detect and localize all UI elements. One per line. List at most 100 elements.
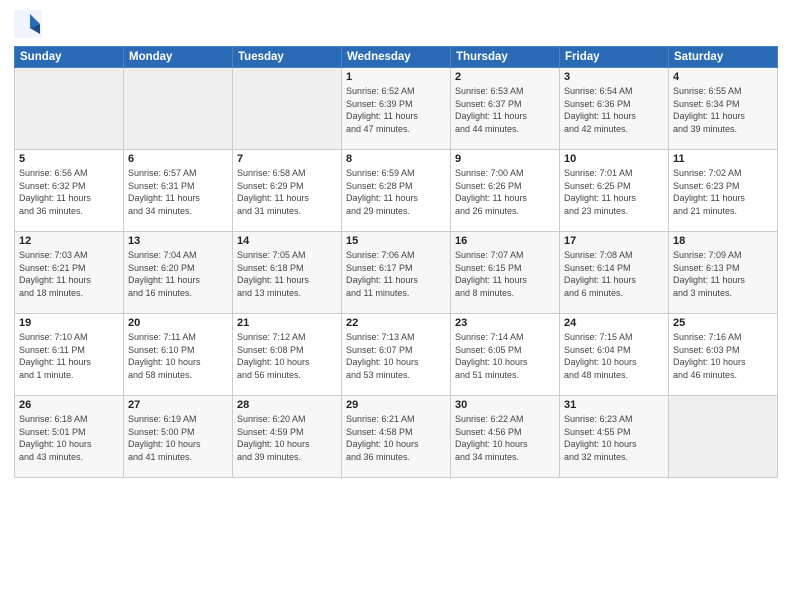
- day-number: 28: [237, 399, 337, 411]
- calendar-week-row: 19Sunrise: 7:10 AM Sunset: 6:11 PM Dayli…: [15, 314, 778, 396]
- logo: [14, 10, 46, 38]
- calendar-cell: 20 Sunrise: 7:11 AM Sunset: 6:10 PM Dayli…: [124, 314, 233, 396]
- day-info: Sunrise: 6:19 AM Sunset: 5:00 PM Dayligh…: [128, 413, 228, 463]
- day-info: Sunrise: 7:14 AM Sunset: 6:05 PM Dayligh…: [455, 331, 555, 381]
- calendar-cell: [233, 68, 342, 150]
- page: SundayMondayTuesdayWednesdayThursdayFrid…: [0, 0, 792, 612]
- day-info: Sunrise: 6:59 AM Sunset: 6:28 PM Dayligh…: [346, 167, 446, 217]
- day-number: 2: [455, 71, 555, 83]
- calendar-cell: 7 Sunrise: 6:58 AM Sunset: 6:29 PM Daylig…: [233, 150, 342, 232]
- day-number: 7: [237, 153, 337, 165]
- calendar-cell: 22 Sunrise: 7:13 AM Sunset: 6:07 PM Dayli…: [342, 314, 451, 396]
- calendar-cell: [124, 68, 233, 150]
- day-number: 19: [19, 317, 119, 329]
- day-number: 13: [128, 235, 228, 247]
- day-of-week-header: Saturday: [669, 47, 778, 68]
- day-info: Sunrise: 6:52 AM Sunset: 6:39 PM Dayligh…: [346, 85, 446, 135]
- day-of-week-header: Tuesday: [233, 47, 342, 68]
- day-info: Sunrise: 7:04 AM Sunset: 6:20 PM Dayligh…: [128, 249, 228, 299]
- calendar-cell: 31 Sunrise: 6:23 AM Sunset: 4:55 PM Dayli…: [560, 396, 669, 478]
- calendar-cell: 21 Sunrise: 7:12 AM Sunset: 6:08 PM Dayli…: [233, 314, 342, 396]
- calendar-cell: 2 Sunrise: 6:53 AM Sunset: 6:37 PM Daylig…: [451, 68, 560, 150]
- calendar-cell: 6 Sunrise: 6:57 AM Sunset: 6:31 PM Daylig…: [124, 150, 233, 232]
- calendar-cell: 9 Sunrise: 7:00 AM Sunset: 6:26 PM Daylig…: [451, 150, 560, 232]
- day-info: Sunrise: 6:20 AM Sunset: 4:59 PM Dayligh…: [237, 413, 337, 463]
- calendar-table: SundayMondayTuesdayWednesdayThursdayFrid…: [14, 46, 778, 478]
- day-number: 17: [564, 235, 664, 247]
- day-info: Sunrise: 6:55 AM Sunset: 6:34 PM Dayligh…: [673, 85, 773, 135]
- day-info: Sunrise: 7:11 AM Sunset: 6:10 PM Dayligh…: [128, 331, 228, 381]
- day-info: Sunrise: 6:56 AM Sunset: 6:32 PM Dayligh…: [19, 167, 119, 217]
- calendar-cell: 1Sunrise: 6:52 AM Sunset: 6:39 PM Daylig…: [342, 68, 451, 150]
- day-info: Sunrise: 6:21 AM Sunset: 4:58 PM Dayligh…: [346, 413, 446, 463]
- day-info: Sunrise: 6:18 AM Sunset: 5:01 PM Dayligh…: [19, 413, 119, 463]
- day-number: 14: [237, 235, 337, 247]
- calendar-week-row: 12Sunrise: 7:03 AM Sunset: 6:21 PM Dayli…: [15, 232, 778, 314]
- day-info: Sunrise: 7:01 AM Sunset: 6:25 PM Dayligh…: [564, 167, 664, 217]
- day-number: 6: [128, 153, 228, 165]
- day-number: 22: [346, 317, 446, 329]
- calendar-cell: 25Sunrise: 7:16 AM Sunset: 6:03 PM Dayli…: [669, 314, 778, 396]
- calendar-cell: 15 Sunrise: 7:06 AM Sunset: 6:17 PM Dayli…: [342, 232, 451, 314]
- day-info: Sunrise: 6:23 AM Sunset: 4:55 PM Dayligh…: [564, 413, 664, 463]
- day-number: 5: [19, 153, 119, 165]
- calendar-cell: 3 Sunrise: 6:54 AM Sunset: 6:36 PM Daylig…: [560, 68, 669, 150]
- day-number: 9: [455, 153, 555, 165]
- day-number: 25: [673, 317, 773, 329]
- day-info: Sunrise: 7:09 AM Sunset: 6:13 PM Dayligh…: [673, 249, 773, 299]
- calendar-cell: 24 Sunrise: 7:15 AM Sunset: 6:04 PM Dayli…: [560, 314, 669, 396]
- day-info: Sunrise: 7:15 AM Sunset: 6:04 PM Dayligh…: [564, 331, 664, 381]
- day-info: Sunrise: 7:13 AM Sunset: 6:07 PM Dayligh…: [346, 331, 446, 381]
- calendar-cell: 13 Sunrise: 7:04 AM Sunset: 6:20 PM Dayli…: [124, 232, 233, 314]
- day-number: 15: [346, 235, 446, 247]
- day-info: Sunrise: 7:06 AM Sunset: 6:17 PM Dayligh…: [346, 249, 446, 299]
- calendar-cell: 12Sunrise: 7:03 AM Sunset: 6:21 PM Dayli…: [15, 232, 124, 314]
- calendar-cell: 30 Sunrise: 6:22 AM Sunset: 4:56 PM Dayli…: [451, 396, 560, 478]
- calendar-cell: 23 Sunrise: 7:14 AM Sunset: 6:05 PM Dayli…: [451, 314, 560, 396]
- day-number: 26: [19, 399, 119, 411]
- day-number: 12: [19, 235, 119, 247]
- calendar-cell: 27Sunrise: 6:19 AM Sunset: 5:00 PM Dayli…: [124, 396, 233, 478]
- calendar-cell: 10 Sunrise: 7:01 AM Sunset: 6:25 PM Dayli…: [560, 150, 669, 232]
- day-number: 23: [455, 317, 555, 329]
- logo-icon: [14, 10, 42, 38]
- day-number: 18: [673, 235, 773, 247]
- day-of-week-header: Thursday: [451, 47, 560, 68]
- calendar-cell: 14 Sunrise: 7:05 AM Sunset: 6:18 PM Dayli…: [233, 232, 342, 314]
- calendar-cell: 18 Sunrise: 7:09 AM Sunset: 6:13 PM Dayli…: [669, 232, 778, 314]
- calendar-cell: 16Sunrise: 7:07 AM Sunset: 6:15 PM Dayli…: [451, 232, 560, 314]
- calendar-cell: 28 Sunrise: 6:20 AM Sunset: 4:59 PM Dayli…: [233, 396, 342, 478]
- day-number: 10: [564, 153, 664, 165]
- day-number: 20: [128, 317, 228, 329]
- day-info: Sunrise: 7:07 AM Sunset: 6:15 PM Dayligh…: [455, 249, 555, 299]
- calendar-cell: 5 Sunrise: 6:56 AM Sunset: 6:32 PM Daylig…: [15, 150, 124, 232]
- day-of-week-header: Monday: [124, 47, 233, 68]
- calendar-cell: 19Sunrise: 7:10 AM Sunset: 6:11 PM Dayli…: [15, 314, 124, 396]
- day-info: Sunrise: 6:57 AM Sunset: 6:31 PM Dayligh…: [128, 167, 228, 217]
- calendar-cell: 11Sunrise: 7:02 AM Sunset: 6:23 PM Dayli…: [669, 150, 778, 232]
- day-info: Sunrise: 7:08 AM Sunset: 6:14 PM Dayligh…: [564, 249, 664, 299]
- day-info: Sunrise: 6:54 AM Sunset: 6:36 PM Dayligh…: [564, 85, 664, 135]
- day-info: Sunrise: 6:53 AM Sunset: 6:37 PM Dayligh…: [455, 85, 555, 135]
- day-info: Sunrise: 6:58 AM Sunset: 6:29 PM Dayligh…: [237, 167, 337, 217]
- day-info: Sunrise: 7:05 AM Sunset: 6:18 PM Dayligh…: [237, 249, 337, 299]
- day-number: 24: [564, 317, 664, 329]
- day-number: 8: [346, 153, 446, 165]
- day-number: 3: [564, 71, 664, 83]
- day-info: Sunrise: 6:22 AM Sunset: 4:56 PM Dayligh…: [455, 413, 555, 463]
- calendar-week-row: 5 Sunrise: 6:56 AM Sunset: 6:32 PM Daylig…: [15, 150, 778, 232]
- calendar-week-row: 26 Sunrise: 6:18 AM Sunset: 5:01 PM Dayli…: [15, 396, 778, 478]
- calendar-cell: 26 Sunrise: 6:18 AM Sunset: 5:01 PM Dayli…: [15, 396, 124, 478]
- calendar-cell: [669, 396, 778, 478]
- day-number: 11: [673, 153, 773, 165]
- day-info: Sunrise: 7:00 AM Sunset: 6:26 PM Dayligh…: [455, 167, 555, 217]
- day-number: 21: [237, 317, 337, 329]
- day-number: 29: [346, 399, 446, 411]
- calendar-cell: 17 Sunrise: 7:08 AM Sunset: 6:14 PM Dayli…: [560, 232, 669, 314]
- day-of-week-header: Friday: [560, 47, 669, 68]
- day-number: 31: [564, 399, 664, 411]
- calendar-week-row: 1Sunrise: 6:52 AM Sunset: 6:39 PM Daylig…: [15, 68, 778, 150]
- calendar-header-row: SundayMondayTuesdayWednesdayThursdayFrid…: [15, 47, 778, 68]
- day-number: 30: [455, 399, 555, 411]
- day-info: Sunrise: 7:12 AM Sunset: 6:08 PM Dayligh…: [237, 331, 337, 381]
